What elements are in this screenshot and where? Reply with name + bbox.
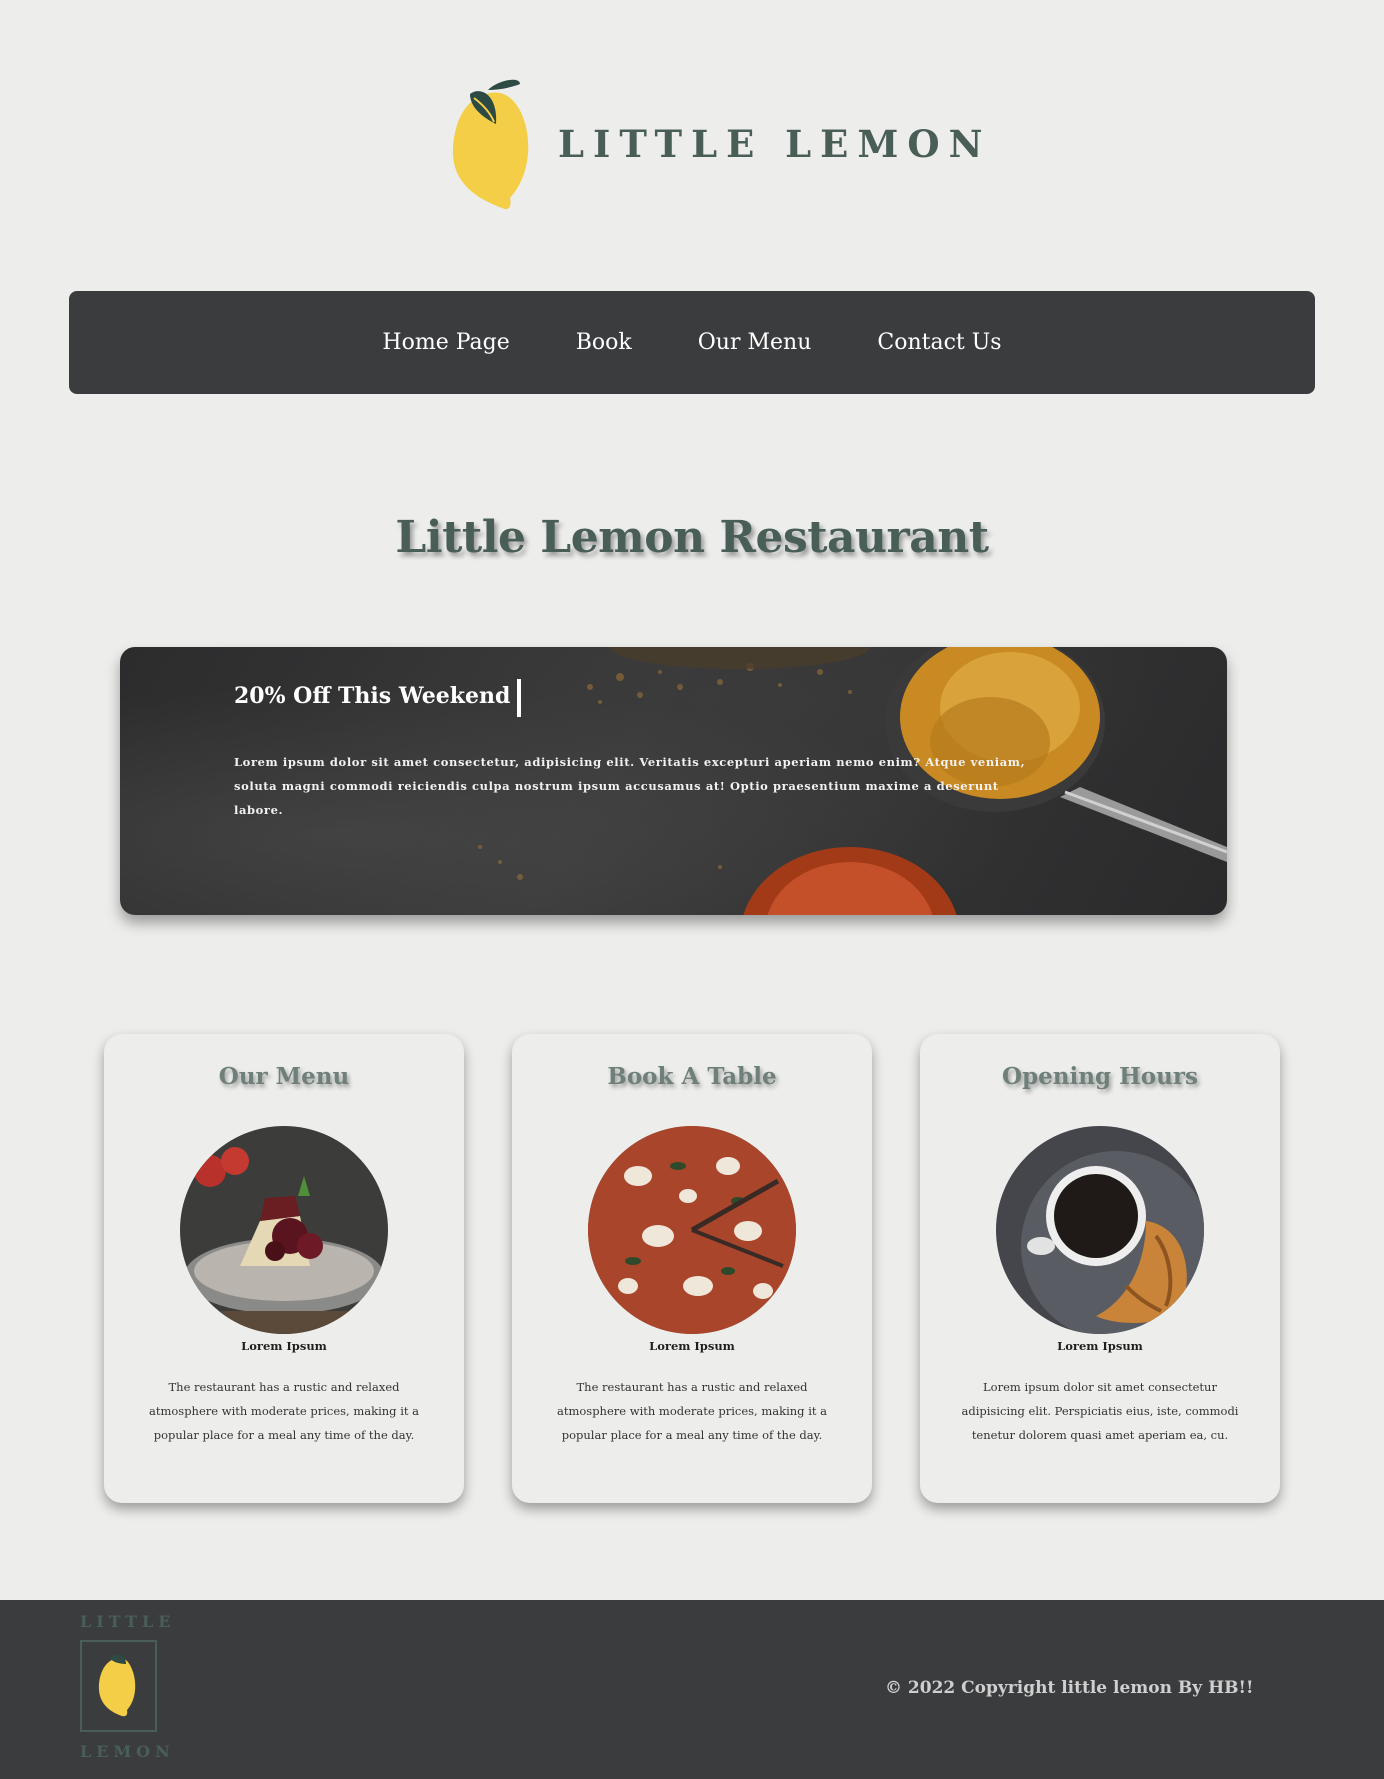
footer-logo-top-text: LITTLE [80, 1612, 176, 1631]
nav-home-page[interactable]: Home Page [382, 330, 509, 355]
lemon-logo-icon [452, 79, 529, 210]
logo-wordmark: LITTLE LEMON [558, 121, 992, 166]
page-title: Little Lemon Restaurant [395, 512, 989, 563]
card-body: The restaurant has a rustic and relaxed … [556, 1380, 827, 1442]
card-opening-hours[interactable]: Opening Hours Lorem Ipsum Lorem ipsum do… [920, 1034, 1280, 1503]
site-logo[interactable]: LITTLE LEMON [450, 78, 982, 213]
card-caption: Lorem Ipsum [241, 1339, 327, 1353]
site-footer: LITTLE LEMON © 2022 Copyright little lem… [0, 1600, 1384, 1779]
promo-text: Lorem ipsum dolor sit amet consectetur, … [234, 755, 1026, 817]
card-title: Opening Hours [1002, 1063, 1198, 1090]
footer-logo[interactable] [80, 1640, 157, 1732]
card-body: Lorem ipsum dolor sit amet consectetur a… [961, 1380, 1239, 1442]
nav-our-menu[interactable]: Our Menu [698, 330, 812, 355]
footer-logo-bottom-text: LEMON [80, 1742, 175, 1761]
lemon-logo-icon [98, 1654, 136, 1717]
nav-book[interactable]: Book [576, 330, 632, 355]
coffee-croissant-photo [996, 1126, 1204, 1334]
promo-banner: 20% Off This Weekend Lorem ipsum dolor s… [120, 647, 1227, 915]
card-title: Book A Table [607, 1063, 777, 1090]
card-book-a-table[interactable]: Book A Table Lorem Ipsum The restaurant … [512, 1034, 872, 1503]
promo-divider [517, 679, 521, 717]
card-caption: Lorem Ipsum [1057, 1339, 1143, 1353]
promo-title: 20% Off This Weekend [234, 683, 511, 709]
card-caption: Lorem Ipsum [649, 1339, 735, 1353]
dessert-photo [180, 1126, 388, 1334]
card-body: The restaurant has a rustic and relaxed … [148, 1380, 419, 1442]
main-nav: Home Page Book Our Menu Contact Us [69, 291, 1315, 394]
card-our-menu[interactable]: Our Menu Lorem Ipsum The restaurant has … [104, 1034, 464, 1503]
nav-contact-us[interactable]: Contact Us [877, 330, 1001, 355]
pizza-photo [588, 1126, 796, 1334]
copyright-text: © 2022 Copyright little lemon By HB!! [885, 1678, 1254, 1698]
card-title: Our Menu [218, 1063, 350, 1090]
